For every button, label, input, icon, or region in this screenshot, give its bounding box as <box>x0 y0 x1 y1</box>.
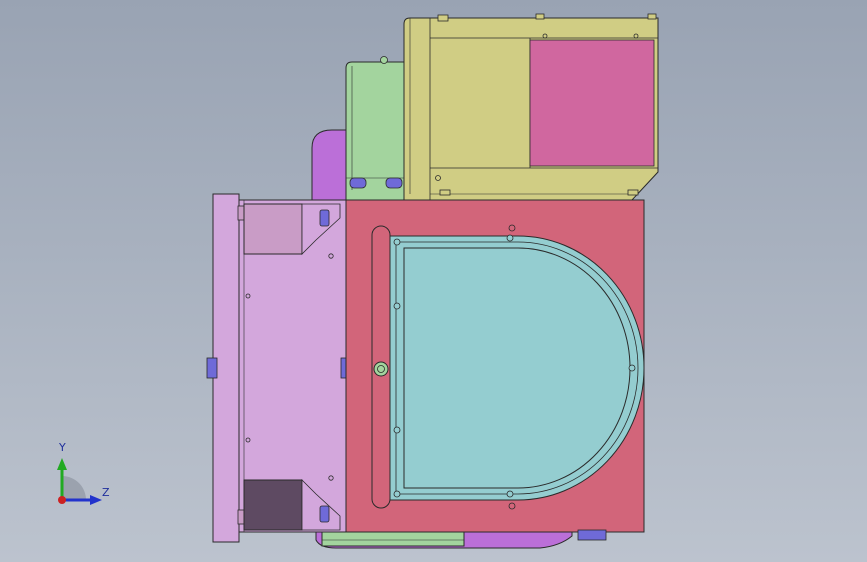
triad-y-label: Y <box>59 441 66 454</box>
triad-z-label: Z <box>102 486 110 499</box>
cad-viewport[interactable] <box>0 0 867 562</box>
coordinate-triad <box>57 458 102 505</box>
magenta-cover <box>529 39 655 167</box>
green-bracket <box>345 56 405 201</box>
